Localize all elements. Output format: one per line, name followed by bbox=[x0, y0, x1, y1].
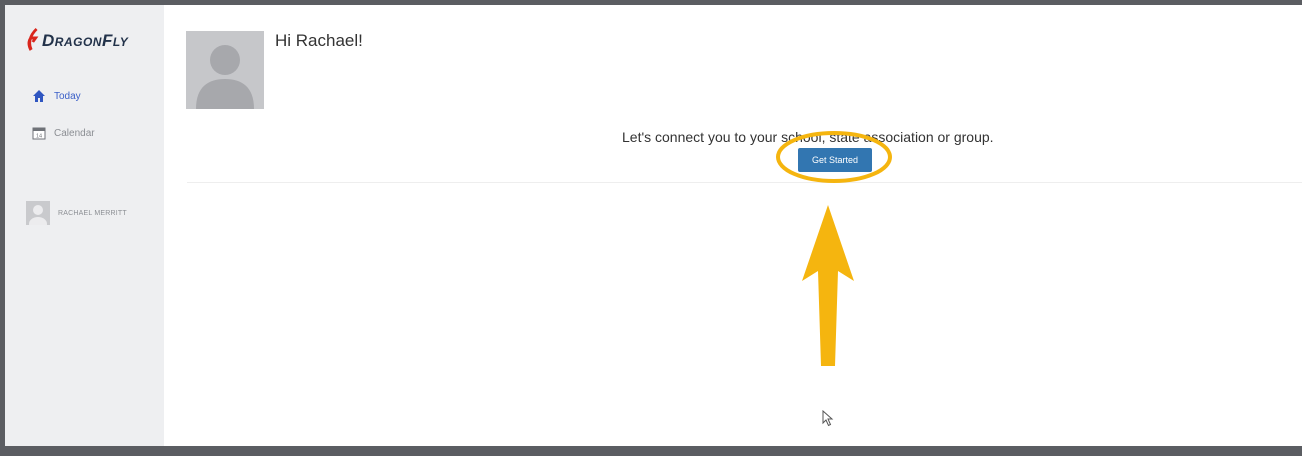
user-profile-link[interactable]: RACHAEL MERRITT bbox=[26, 201, 127, 225]
avatar-icon bbox=[26, 201, 50, 225]
home-icon bbox=[32, 89, 46, 103]
svg-text:DRAGONFLY: DRAGONFLY bbox=[42, 31, 129, 50]
mouse-cursor-icon bbox=[822, 409, 834, 428]
sidebar-item-label: Today bbox=[54, 90, 81, 102]
sidebar: DRAGONFLY Today 14 Calendar RACHAEL MERR… bbox=[5, 5, 164, 446]
dragonfly-logo[interactable]: DRAGONFLY bbox=[27, 27, 157, 53]
avatar-icon bbox=[196, 45, 254, 109]
profile-avatar[interactable] bbox=[186, 31, 264, 109]
connect-prompt: Let's connect you to your school, state … bbox=[622, 129, 994, 145]
calendar-icon: 14 bbox=[32, 126, 46, 140]
get-started-button[interactable]: Get Started bbox=[798, 148, 872, 172]
user-name: RACHAEL MERRITT bbox=[58, 209, 127, 217]
app-window: DRAGONFLY Today 14 Calendar RACHAEL MERR… bbox=[5, 5, 1302, 446]
sidebar-item-today[interactable]: Today bbox=[32, 87, 81, 105]
arrow-up-icon bbox=[802, 205, 854, 366]
sidebar-item-calendar[interactable]: 14 Calendar bbox=[32, 124, 95, 142]
dragonfly-logo-mark: DRAGONFLY bbox=[27, 28, 129, 51]
sidebar-item-label: Calendar bbox=[54, 127, 95, 139]
section-divider bbox=[187, 182, 1302, 183]
svg-text:14: 14 bbox=[36, 134, 42, 140]
greeting-heading: Hi Rachael! bbox=[275, 31, 363, 50]
